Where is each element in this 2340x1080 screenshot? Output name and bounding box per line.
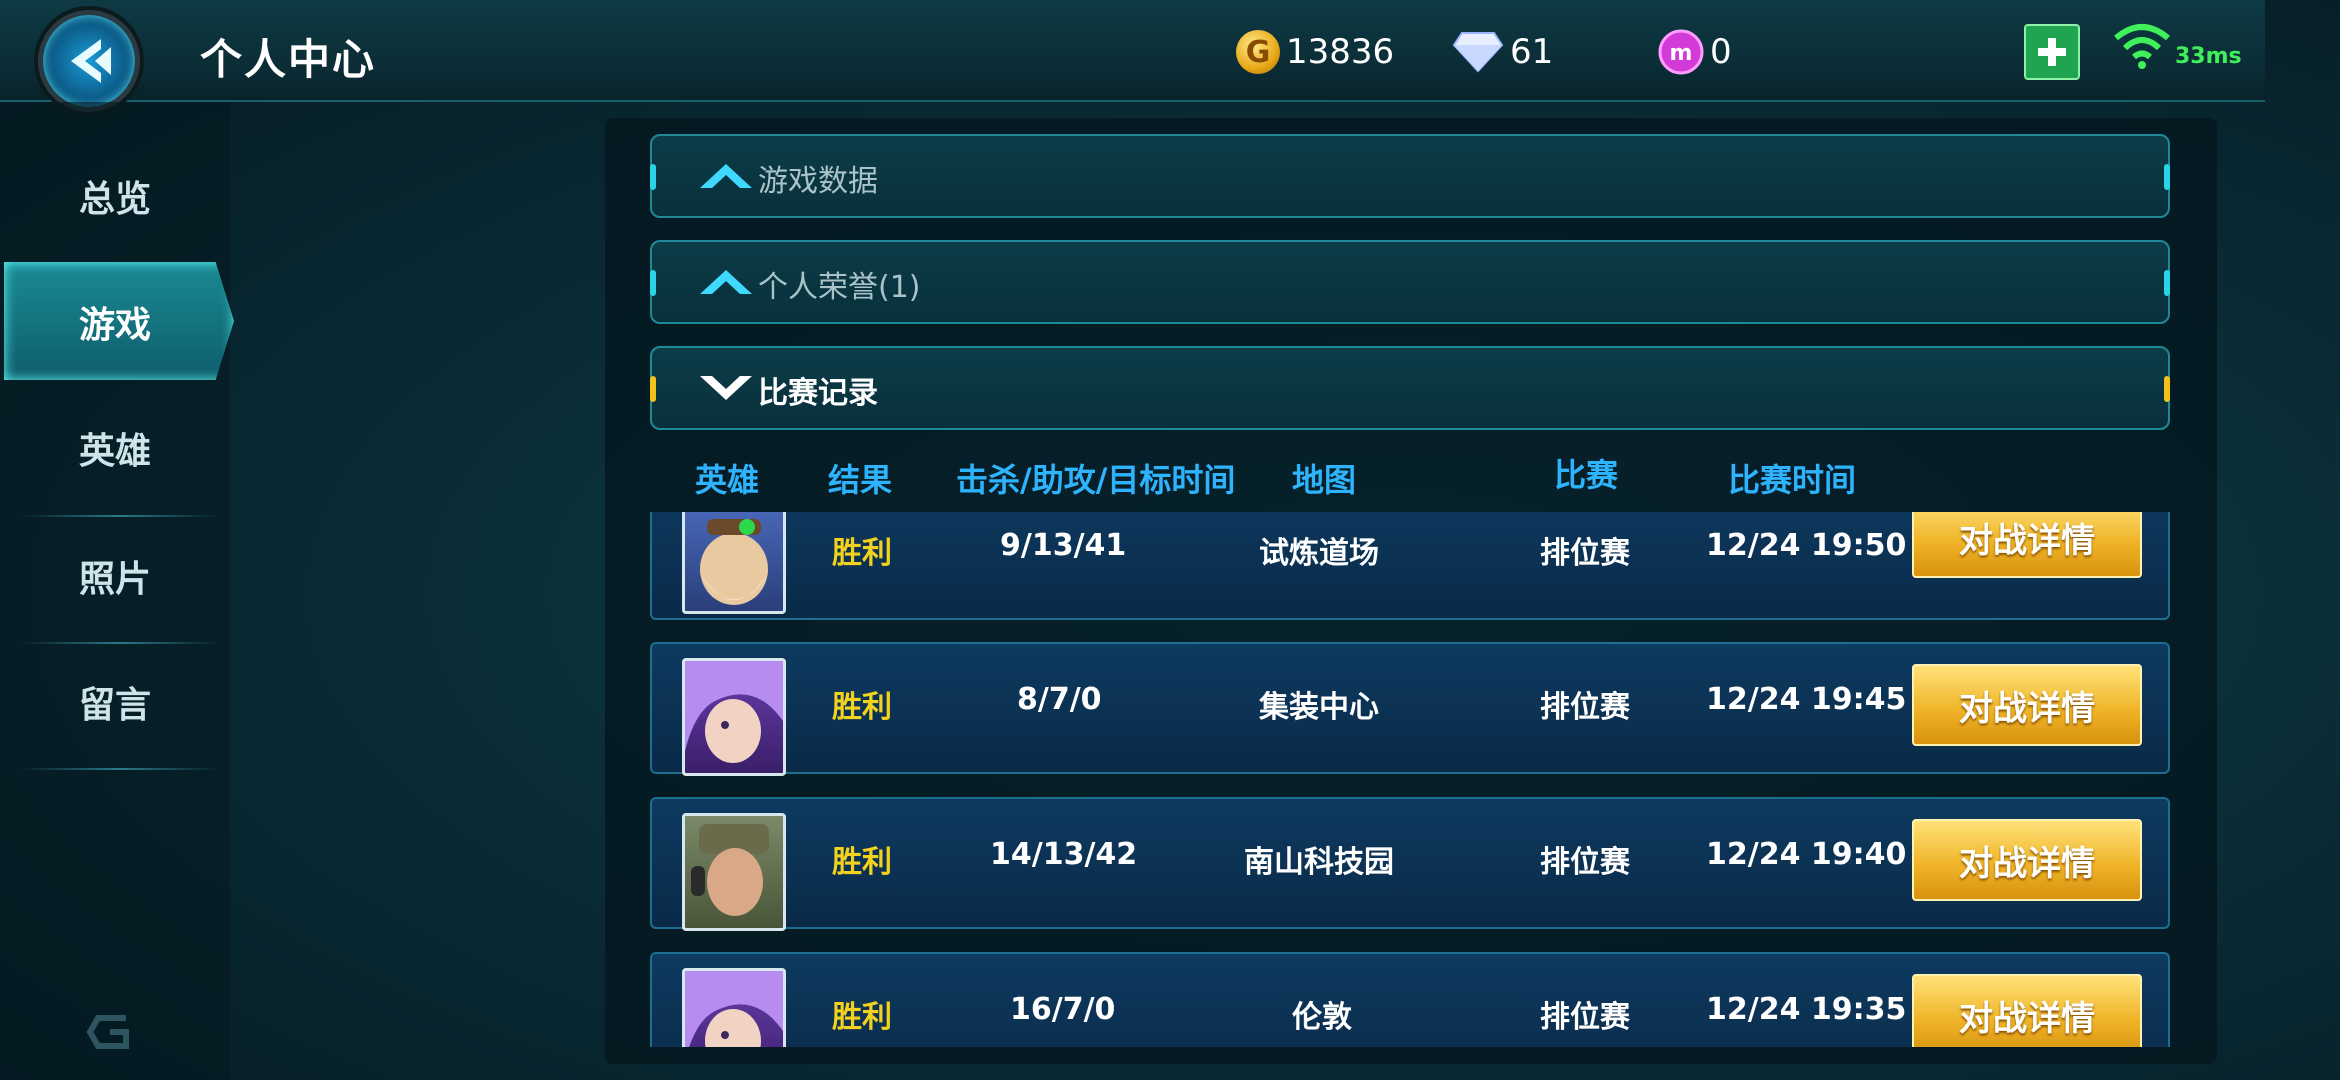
diamond-currency: 61 <box>1452 30 1553 74</box>
map-name: 伦敦 <box>1292 1000 1352 1035</box>
map-name: 试炼道场 <box>1259 536 1379 571</box>
result-label: 胜利 <box>832 1000 892 1035</box>
result-label: 胜利 <box>832 690 892 725</box>
gold-coin-icon: G <box>1236 30 1280 74</box>
sidebar-item-overview[interactable]: 总览 <box>0 136 230 256</box>
hero-avatar-soldier <box>682 813 786 931</box>
kda-value: 9/13/41 <box>1000 528 1127 563</box>
column-header-map: 地图 <box>1292 461 1357 499</box>
hero-portrait-icon <box>685 971 783 1047</box>
wifi-icon <box>2114 24 2170 69</box>
kda-value: 16/7/0 <box>1010 992 1116 1027</box>
chevron-up-icon <box>700 270 752 294</box>
column-header-mode: 比赛 <box>1554 456 1619 494</box>
sidebar-item-label: 总览 <box>78 179 151 220</box>
column-header-time: 比赛时间 <box>1728 461 1857 499</box>
match-details-button[interactable]: 对战详情 <box>1912 664 2142 746</box>
sidebar-item-label: 英雄 <box>78 431 151 472</box>
hero-avatar-engineer <box>682 512 786 614</box>
column-header-result: 结果 <box>828 461 893 499</box>
section-edge-marker <box>650 270 656 296</box>
svg-text:m: m <box>1670 41 1693 66</box>
sidebar-item-messages[interactable]: 留言 <box>0 642 230 762</box>
sidebar-item-label: 游戏 <box>78 305 151 346</box>
result-label: 胜利 <box>832 536 892 571</box>
section-edge-marker <box>2164 376 2170 402</box>
section-edge-marker <box>2164 164 2170 190</box>
purple-gem-icon: m <box>1658 29 1704 75</box>
match-row[interactable]: 胜利 14/13/42 南山科技园 排位赛 12/24 19:40 对战详情 <box>650 797 2170 931</box>
match-details-button[interactable]: 对战详情 <box>1912 974 2142 1047</box>
sidebar-item-label: 照片 <box>78 559 151 600</box>
match-time: 12/24 19:50 <box>1706 528 1907 563</box>
sidebar-divider <box>20 768 220 770</box>
match-time: 12/24 19:35 <box>1706 992 1907 1027</box>
sidebar-item-label: 留言 <box>78 685 151 726</box>
section-title: 比赛记录 <box>758 376 878 411</box>
kda-value: 14/13/42 <box>990 837 1138 872</box>
section-edge-marker <box>650 376 656 402</box>
match-mode: 排位赛 <box>1540 845 1630 880</box>
gem-currency: m 0 <box>1658 29 1732 75</box>
match-time: 12/24 19:40 <box>1706 837 1907 872</box>
section-edge-marker <box>2164 270 2170 296</box>
chevron-down-icon <box>700 376 752 400</box>
back-arrow-icon <box>71 39 111 83</box>
result-label: 胜利 <box>832 845 892 880</box>
match-row[interactable]: 胜利 8/7/0 集装中心 排位赛 12/24 19:45 对战详情 <box>650 642 2170 776</box>
section-game-data[interactable]: 游戏数据 <box>650 134 2170 218</box>
sidebar-item-game[interactable]: 游戏 <box>0 262 230 382</box>
hero-portrait-icon <box>699 519 769 605</box>
hero-avatar-purple-hair <box>682 658 786 776</box>
match-details-button[interactable]: 对战详情 <box>1912 512 2142 578</box>
match-mode: 排位赛 <box>1540 536 1630 571</box>
match-mode: 排位赛 <box>1540 690 1630 725</box>
hero-portrait-icon <box>691 824 769 916</box>
section-match-history[interactable]: 比赛记录 <box>650 346 2170 430</box>
match-row[interactable]: 胜利 9/13/41 试炼道场 排位赛 12/24 19:50 对战详情 <box>650 512 2170 620</box>
column-header-hero: 英雄 <box>695 461 760 499</box>
page-title: 个人中心 <box>200 35 377 84</box>
map-name: 南山科技园 <box>1244 845 1394 880</box>
hero-portrait-icon <box>685 661 783 763</box>
gold-amount: 13836 <box>1286 32 1395 72</box>
section-title: 游戏数据 <box>758 164 878 199</box>
game-logo-icon <box>86 1015 129 1049</box>
diamond-amount: 61 <box>1510 32 1554 72</box>
diamond-icon <box>1452 32 1504 73</box>
hero-avatar-purple-hair <box>682 968 786 1047</box>
match-time: 12/24 19:45 <box>1706 682 1907 717</box>
match-details-button[interactable]: 对战详情 <box>1912 819 2142 901</box>
ping-indicator: 33ms <box>2175 44 2242 69</box>
gem-amount: 0 <box>1710 32 1732 72</box>
match-mode: 排位赛 <box>1540 1000 1630 1035</box>
gold-currency: G 13836 <box>1236 30 1394 74</box>
match-row[interactable]: 胜利 16/7/0 伦敦 排位赛 12/24 19:35 对战详情 <box>650 952 2170 1047</box>
back-button[interactable] <box>38 10 140 112</box>
add-button[interactable] <box>2024 24 2080 80</box>
chevron-up-icon <box>700 164 752 188</box>
section-edge-marker <box>650 164 656 190</box>
section-title: 个人荣誉(1) <box>758 270 921 305</box>
section-personal-honors[interactable]: 个人荣誉(1) <box>650 240 2170 324</box>
column-header-kda: 击杀/助攻/目标时间 <box>956 461 1236 499</box>
match-list[interactable]: 胜利 9/13/41 试炼道场 排位赛 12/24 19:50 对战详情 胜利 … <box>650 512 2170 1047</box>
sidebar-item-photos[interactable]: 照片 <box>0 516 230 636</box>
sidebar-item-heroes[interactable]: 英雄 <box>0 388 230 508</box>
kda-value: 8/7/0 <box>1017 682 1102 717</box>
map-name: 集装中心 <box>1259 690 1379 725</box>
